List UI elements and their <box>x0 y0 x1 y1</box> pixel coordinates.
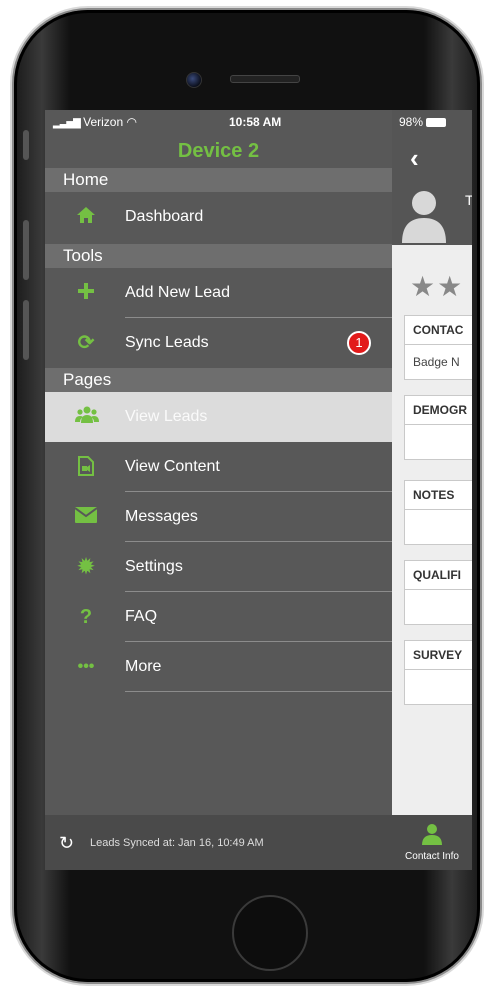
media-file-icon <box>75 456 97 478</box>
lead-detail-panel[interactable]: 98% ‹ T ★★ CONTAC Badge N DEMOGR NOTES Q… <box>392 110 472 870</box>
card-contact[interactable]: CONTAC Badge N <box>404 315 472 380</box>
card-body <box>405 425 472 459</box>
front-camera <box>186 72 202 88</box>
divider <box>125 691 392 692</box>
section-home: Home <box>45 168 392 192</box>
status-bar: ▂▃▅▇ Verizon ◠ 10:58 AM <box>45 110 392 134</box>
card-notes[interactable]: NOTES <box>404 480 472 545</box>
nav-label: Dashboard <box>125 208 204 225</box>
ellipsis-icon: ••• <box>77 658 95 675</box>
nav-label: View Content <box>125 458 220 475</box>
nav-label: Add New Lead <box>125 284 230 301</box>
card-qualifiers[interactable]: QUALIFI <box>404 560 472 625</box>
battery-icon <box>426 118 447 128</box>
nav-item-sync-leads[interactable]: ⟳ Sync Leads 1 <box>45 318 392 368</box>
home-button[interactable] <box>232 895 308 971</box>
chevron-left-icon[interactable]: ‹ <box>410 143 419 174</box>
volume-up-button <box>23 220 29 280</box>
tab-contact-info[interactable]: Contact Info <box>392 815 472 870</box>
plus-icon <box>75 282 97 304</box>
lead-name-initial: T <box>465 192 472 208</box>
app-screen: ▂▃▅▇ Verizon ◠ 10:58 AM Device 2 Home Da… <box>45 110 472 870</box>
nav-item-faq[interactable]: ? FAQ <box>45 592 392 642</box>
card-title: DEMOGR <box>405 396 472 425</box>
section-tools: Tools <box>45 244 392 268</box>
nav-item-messages[interactable]: Messages <box>45 492 392 542</box>
card-title: NOTES <box>405 481 472 510</box>
refresh-icon[interactable]: ↻ <box>59 833 74 854</box>
nav-item-view-content[interactable]: View Content <box>45 442 392 492</box>
card-survey[interactable]: SURVEY <box>404 640 472 705</box>
nav-label: Settings <box>125 558 183 575</box>
sync-count-badge: 1 <box>347 331 371 355</box>
carrier-label: ▂▃▅▇ Verizon ◠ <box>53 115 137 129</box>
signal-icon: ▂▃▅▇ <box>53 118 81 129</box>
rating-stars[interactable]: ★★ <box>410 270 464 303</box>
nav-label: Sync Leads <box>125 334 209 351</box>
nav-item-add-new-lead[interactable]: Add New Lead <box>45 268 392 318</box>
sync-status-text: Leads Synced at: Jan 16, 10:49 AM <box>90 837 264 849</box>
device-title: Device 2 <box>177 140 260 162</box>
section-pages: Pages <box>45 368 392 392</box>
card-title: SURVEY <box>405 641 472 670</box>
nav-label: FAQ <box>125 608 158 625</box>
nav-label: Messages <box>125 508 198 525</box>
volume-down-button <box>23 300 29 360</box>
navigation-drawer: ▂▃▅▇ Verizon ◠ 10:58 AM Device 2 Home Da… <box>45 110 392 870</box>
sync-icon: ⟳ <box>77 332 95 354</box>
card-body: Badge N <box>413 355 460 369</box>
avatar <box>402 191 446 243</box>
card-title: CONTAC <box>405 316 472 345</box>
nav-item-more[interactable]: ••• More <box>45 642 392 692</box>
person-icon <box>422 824 442 845</box>
envelope-icon <box>74 506 98 528</box>
nav-item-view-leads[interactable]: View Leads <box>45 392 392 442</box>
nav-item-dashboard[interactable]: Dashboard <box>45 192 392 242</box>
gear-icon: ✹ <box>77 556 95 578</box>
status-time: 10:58 AM <box>229 115 282 129</box>
nav-item-settings[interactable]: ✹ Settings <box>45 542 392 592</box>
mute-switch <box>23 130 29 160</box>
card-body <box>405 590 472 624</box>
earpiece-speaker <box>230 75 300 83</box>
battery-label: 98% <box>399 115 447 129</box>
users-icon <box>75 406 99 428</box>
card-body <box>405 510 472 544</box>
wifi-icon: ◠ <box>126 115 137 129</box>
nav-label: More <box>125 658 162 675</box>
tab-label: Contact Info <box>405 851 459 862</box>
home-icon <box>75 206 97 228</box>
sync-status-footer: ↻ Leads Synced at: Jan 16, 10:49 AM <box>45 815 392 870</box>
nav-label: View Leads <box>125 408 208 425</box>
lead-header: 98% ‹ T <box>392 110 472 245</box>
question-icon: ? <box>79 606 93 628</box>
card-demographics[interactable]: DEMOGR <box>404 395 472 460</box>
card-title: QUALIFI <box>405 561 472 590</box>
card-body <box>405 670 472 704</box>
